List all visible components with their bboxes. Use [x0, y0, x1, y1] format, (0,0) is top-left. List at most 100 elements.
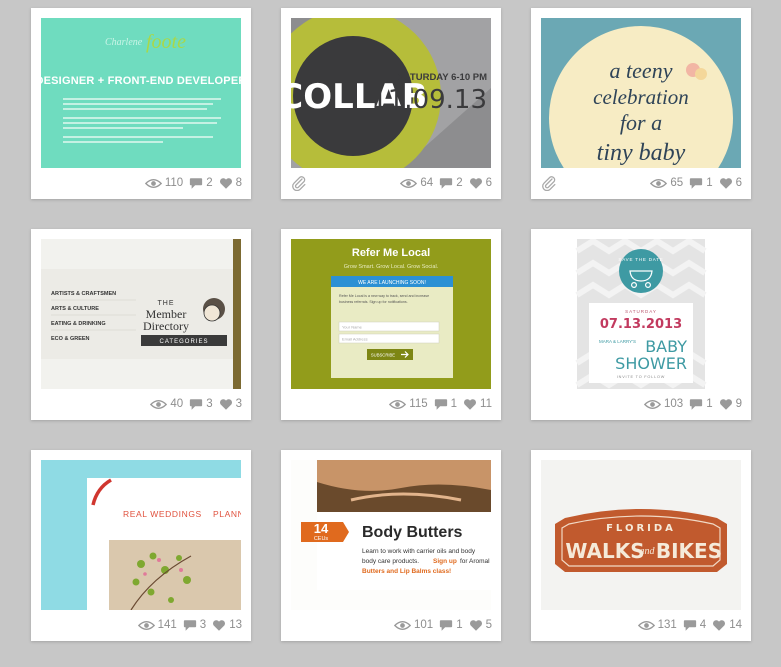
baby-celebration-preview-image: SAVE THE DATE a teeny celebration for a …: [541, 18, 741, 168]
comment-icon: [439, 177, 453, 190]
comments-stat[interactable]: 3: [189, 398, 213, 411]
comments-stat[interactable]: 1: [689, 398, 713, 411]
likes-stat[interactable]: 13: [212, 619, 242, 632]
collab-date: 11.09.13: [371, 85, 487, 115]
attachment-icon[interactable]: [541, 175, 557, 191]
eye-icon: [394, 620, 411, 631]
shot-card[interactable]: Charlene foote DESIGNER + FRONT-END DEVE…: [31, 8, 251, 199]
comment-icon: [183, 619, 197, 632]
eye-icon: [389, 399, 406, 410]
likes-stat[interactable]: 6: [469, 177, 492, 190]
logo-bikes: BIKES: [656, 539, 722, 563]
shot-card[interactable]: COLLAB SATURDAY 6-10 PM 11.09.13 64 2 6: [281, 8, 501, 199]
eye-icon: [644, 399, 661, 410]
heart-icon: [469, 177, 483, 190]
comments-stat[interactable]: 1: [439, 619, 463, 632]
comment-icon: [689, 177, 703, 190]
comments-stat[interactable]: 1: [689, 177, 713, 190]
likes-count: 6: [735, 177, 742, 189]
shot-thumbnail[interactable]: COLLAB SATURDAY 6-10 PM 11.09.13: [291, 18, 491, 168]
shower-word-shower: SHOWER: [615, 354, 687, 373]
preview-headline: DESIGNER + FRONT-END DEVELOPER: [41, 75, 241, 87]
comments-stat[interactable]: 2: [189, 177, 213, 190]
comments-stat[interactable]: 1: [434, 398, 457, 411]
categories-button: CATEGORIES: [160, 339, 209, 345]
likes-stat[interactable]: 8: [219, 177, 242, 190]
collab-day: SATURDAY 6-10 PM: [397, 72, 487, 83]
views-count: 115: [409, 398, 428, 410]
likes-count: 13: [229, 619, 242, 631]
likes-stat[interactable]: 5: [469, 619, 492, 632]
florida-walks-bikes-preview-image: FLORIDA WALKS and BIKES: [541, 460, 741, 610]
comment-icon: [689, 398, 703, 411]
views-stat: 101: [394, 619, 433, 631]
heart-icon: [219, 398, 233, 411]
body-butters-title: Body Butters: [362, 524, 463, 541]
shot-thumbnail[interactable]: 14 CEUs Body Butters Learn to work with …: [291, 460, 491, 610]
shower-names: MARA & LARRY'S: [599, 339, 636, 344]
views-stat: 110: [145, 177, 183, 189]
eye-icon: [150, 399, 167, 410]
heart-icon: [712, 619, 726, 632]
weddings-preview-image: REAL WEDDINGS PLANN: [41, 460, 241, 610]
logo-and: and: [640, 546, 656, 557]
views-count: 131: [657, 619, 677, 631]
bb-line-1: Learn to work with carrier oils and body: [362, 548, 476, 555]
heart-icon: [212, 619, 226, 632]
ceu-unit: CEUs: [314, 536, 329, 542]
attachment-icon[interactable]: [291, 175, 307, 191]
eye-icon: [400, 178, 417, 189]
likes-stat[interactable]: 11: [463, 398, 492, 411]
menu-item: EATING & DRINKING: [51, 321, 106, 327]
heart-icon: [719, 398, 733, 411]
portfolio-preview-image: Charlene foote DESIGNER + FRONT-END DEVE…: [41, 18, 241, 168]
shot-thumbnail[interactable]: Charlene foote DESIGNER + FRONT-END DEVE…: [41, 18, 241, 168]
shot-card[interactable]: REAL WEDDINGS PLANN 141 3 13: [31, 450, 251, 641]
badge-label: SAVE THE DATE: [618, 257, 663, 262]
rml-bar: WE ARE LAUNCHING SOON!: [358, 280, 426, 286]
likes-count: 11: [480, 398, 492, 410]
shower-day: SATURDAY: [625, 309, 657, 314]
menu-item: ARTS & CULTURE: [51, 306, 99, 312]
rml-title: Refer Me Local: [352, 247, 430, 259]
hand-name: foote: [146, 31, 186, 53]
shot-card[interactable]: SAVE THE DATE a teeny celebration for a …: [531, 8, 751, 199]
likes-stat[interactable]: 14: [712, 619, 742, 632]
nav-planning[interactable]: PLANN: [213, 509, 241, 519]
views-stat: 131: [638, 619, 677, 631]
comments-count: 2: [456, 177, 463, 189]
shot-thumbnail[interactable]: SAVE THE DATE SATURDAY 07.13.2013 MARA &…: [541, 239, 741, 389]
shot-card[interactable]: 14 CEUs Body Butters Learn to work with …: [281, 450, 501, 641]
shot-thumbnail[interactable]: ARTISTS & CRAFTSMEN ARTS & CULTURE EATIN…: [41, 239, 241, 389]
ceu-number: 14: [314, 521, 329, 536]
shot-thumbnail[interactable]: SAVE THE DATE a teeny celebration for a …: [541, 18, 741, 168]
views-stat: 103: [644, 398, 683, 410]
comments-count: 3: [199, 619, 207, 631]
sign-up-link[interactable]: Sign up: [433, 558, 457, 565]
shot-card[interactable]: FLORIDA WALKS and BIKES 131 4 14: [531, 450, 751, 641]
likes-stat[interactable]: 3: [219, 398, 242, 411]
line-celebration: celebration: [593, 85, 689, 109]
shot-card[interactable]: Refer Me Local Grow Smart. Grow Local. G…: [281, 229, 501, 420]
likes-count: 8: [235, 177, 242, 189]
shot-thumbnail[interactable]: Refer Me Local Grow Smart. Grow Local. G…: [291, 239, 491, 389]
views-count: 65: [670, 177, 684, 189]
comment-icon: [434, 398, 448, 411]
likes-stat[interactable]: 6: [719, 177, 742, 190]
comments-count: 1: [450, 398, 458, 410]
class-link[interactable]: Butters and Lip Balms class!: [362, 568, 451, 575]
shot-card[interactable]: SAVE THE DATE SATURDAY 07.13.2013 MARA &…: [531, 229, 751, 420]
line-for-a: for a: [620, 110, 662, 135]
nav-real-weddings[interactable]: REAL WEDDINGS: [123, 509, 202, 519]
views-count: 110: [164, 177, 184, 189]
bb-line-2b: for Aromal: [460, 558, 490, 565]
likes-stat[interactable]: 9: [719, 398, 742, 411]
shot-thumbnail[interactable]: FLORIDA WALKS and BIKES: [541, 460, 741, 610]
shot-thumbnail[interactable]: REAL WEDDINGS PLANN: [41, 460, 241, 610]
comments-stat[interactable]: 2: [439, 177, 463, 190]
comment-icon: [189, 398, 203, 411]
comments-stat[interactable]: 3: [183, 619, 206, 632]
comments-stat[interactable]: 4: [683, 619, 706, 632]
shot-card[interactable]: ARTISTS & CRAFTSMEN ARTS & CULTURE EATIN…: [31, 229, 251, 420]
line-a-teeny: a teeny: [610, 58, 673, 83]
